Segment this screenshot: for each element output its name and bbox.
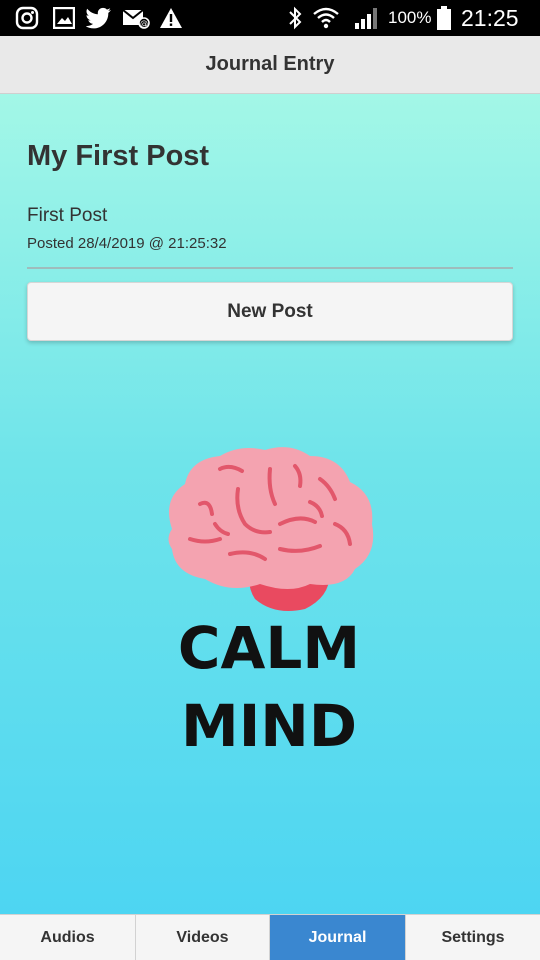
logo-line-1: CALM: [178, 614, 360, 682]
logo-line-2: MIND: [181, 692, 357, 754]
status-bar: @ 100% 21:25: [0, 0, 540, 36]
app-header: Journal Entry: [0, 36, 540, 94]
tab-journal[interactable]: Journal: [270, 915, 406, 960]
email-icon: @: [122, 6, 150, 30]
brain-icon: CALM MIND: [168, 447, 374, 760]
post-title[interactable]: First Post: [27, 205, 107, 227]
twitter-icon: [86, 6, 112, 30]
warning-icon: [159, 6, 183, 30]
clock: 21:25: [461, 5, 519, 31]
new-post-button[interactable]: New Post: [27, 282, 513, 341]
divider: [27, 267, 513, 269]
battery-percentage: 100%: [388, 8, 432, 27]
wifi-icon: [312, 6, 340, 30]
tab-videos[interactable]: Videos: [136, 915, 270, 960]
page-title: Journal Entry: [205, 53, 335, 75]
post-date: Posted 28/4/2019 @ 21:25:32: [27, 235, 227, 252]
calm-mind-logo: CALM MIND: [160, 444, 378, 760]
bluetooth-icon: [285, 6, 305, 30]
tab-audios[interactable]: Audios: [0, 915, 136, 960]
journal-content: My First Post First Post Posted 28/4/201…: [0, 94, 540, 914]
gallery-icon: [52, 6, 76, 30]
instagram-icon: [14, 6, 40, 30]
battery-icon: [436, 6, 452, 30]
svg-text:@: @: [140, 19, 148, 28]
post-heading: My First Post: [27, 140, 210, 172]
bottom-tab-bar: Audios Videos Journal Settings: [0, 914, 540, 960]
tab-settings[interactable]: Settings: [406, 915, 540, 960]
signal-icon: [352, 6, 380, 30]
